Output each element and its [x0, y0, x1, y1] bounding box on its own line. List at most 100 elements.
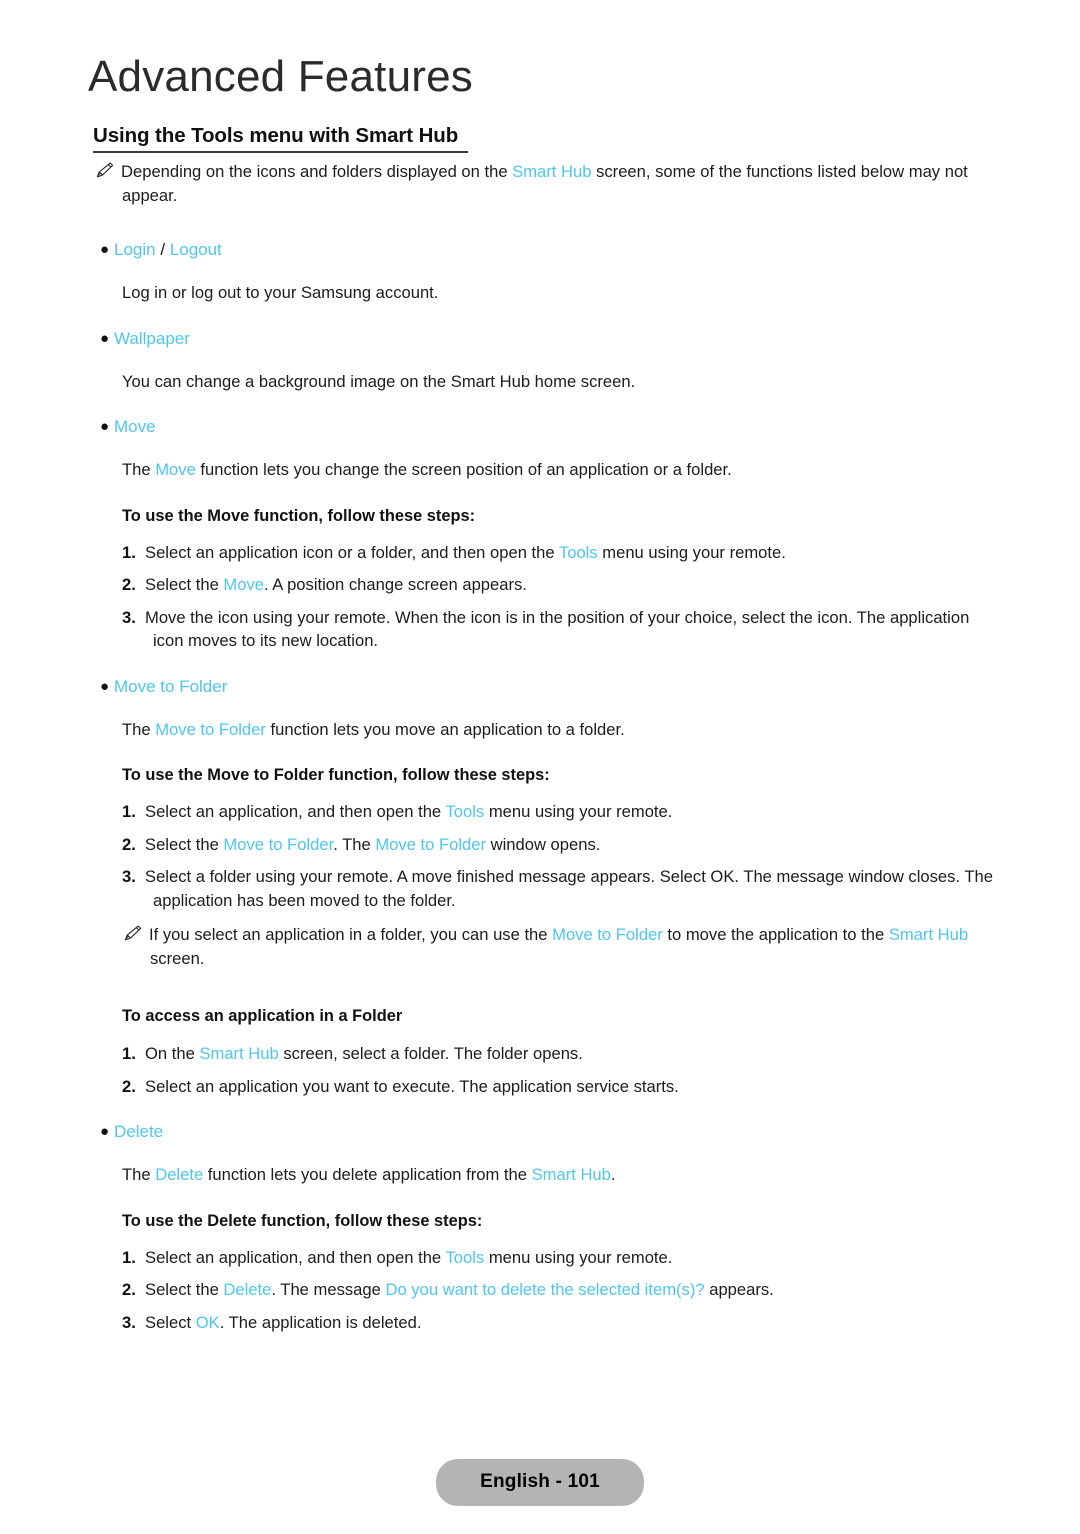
step-number: 2. [122, 1280, 136, 1299]
paragraph-delete: The Delete function lets you delete appl… [0, 1163, 1080, 1187]
step-link-confirm-message: Do you want to delete the selected item(… [385, 1280, 705, 1299]
bullet-delete: ● Delete [0, 1120, 1080, 1144]
step-mtf-2: 2. Select the Move to Folder. The Move to… [0, 833, 1080, 857]
paragraph-move-to-folder: The Move to Folder function lets you mov… [0, 718, 1080, 742]
bullet-dot-icon: ● [100, 418, 110, 435]
manual-page: Advanced Features Using the Tools menu w… [0, 0, 1080, 1534]
step-text-post: menu using your remote. [597, 542, 786, 562]
bullet-dot-icon: ● [100, 677, 110, 695]
step-text-pre: Select [145, 1312, 196, 1332]
note-mtf-text-1: If you select an application in a folder… [149, 925, 553, 944]
paragraph-move: The Move function lets you change the sc… [0, 458, 1080, 482]
step-link-tools: Tools [558, 542, 598, 562]
note-mtf-text-3: screen. [150, 948, 205, 968]
step-text-post: appears. [704, 1280, 774, 1299]
step-text-pre: Select an application, and then open the [145, 802, 446, 821]
section-heading-underline [93, 151, 468, 153]
note-intro-link-smart-hub: Smart Hub [512, 162, 592, 181]
page-title: Advanced Features [88, 52, 473, 101]
note-mtf-link-move-to-folder: Move to Folder [552, 925, 663, 944]
step-text-mid: . The message [271, 1280, 386, 1299]
bullet-separator: / [155, 240, 170, 259]
step-mtf-1: 1. Select an application, and then open t… [0, 800, 1080, 824]
step-move-2: 2. Select the Move. A position change scr… [0, 573, 1080, 597]
bullet-move-to-folder: ● Move to Folder [0, 675, 1080, 699]
bullet-label-move: Move [114, 417, 156, 436]
pencil-note-icon [96, 162, 114, 178]
step-text-post: . The application is deleted. [219, 1312, 422, 1332]
content-flow: Depending on the icons and folders displ… [0, 160, 1080, 1334]
step-mtf-3: 3. Select a folder using your remote. A m… [0, 865, 1080, 912]
step-number: 2. [122, 1076, 136, 1096]
step-number: 3. [122, 1312, 136, 1332]
step-link-tools: Tools [445, 802, 485, 821]
note-intro-text-1: Depending on the icons and folders displ… [121, 162, 513, 181]
bullet-wallpaper: ● Wallpaper [0, 327, 1080, 351]
paragraph-mtf-pre: The [122, 719, 156, 739]
step-text-pre: Select an application, and then open the [145, 1247, 446, 1267]
step-move-3: 3. Move the icon using your remote. When … [0, 606, 1080, 653]
step-move-1: 1. Select an application icon or a folder… [0, 541, 1080, 565]
step-text-pre: Select an application icon or a folder, … [145, 542, 559, 562]
paragraph-delete-pre: The [122, 1165, 156, 1184]
step-delete-2: 2. Select the Delete. The message Do you … [0, 1278, 1080, 1302]
step-access-1: 1. On the Smart Hub screen, select a fold… [0, 1042, 1080, 1066]
step-link-tools: Tools [445, 1247, 485, 1267]
subheading-move-to-folder-steps: To use the Move to Folder function, foll… [122, 766, 550, 784]
step-link-move-to-folder-b: Move to Folder [375, 834, 486, 854]
paragraph-login-logout: Log in or log out to your Samsung accoun… [122, 283, 439, 302]
step-link-move: Move [223, 575, 264, 594]
step-text-pre: Select a folder using your remote. A mov… [145, 867, 993, 910]
paragraph-delete-mid: function lets you delete application fro… [203, 1165, 532, 1184]
step-number: 1. [122, 1044, 136, 1063]
step-text-mid: . The [333, 834, 376, 854]
paragraph-delete-link-delete: Delete [155, 1165, 204, 1184]
bullet-label-wallpaper: Wallpaper [114, 328, 190, 348]
paragraph-move-pre: The [122, 460, 156, 479]
pencil-note-icon [124, 925, 142, 941]
step-delete-1: 1. Select an application, and then open t… [0, 1246, 1080, 1270]
step-text-pre: Select the [145, 1280, 224, 1299]
step-access-2: 2. Select an application you want to exec… [0, 1075, 1080, 1099]
step-number: 1. [122, 802, 136, 821]
subheading-move-steps: To use the Move function, follow these s… [122, 506, 476, 525]
note-intro: Depending on the icons and folders displ… [0, 160, 1080, 207]
step-text-post: screen, select a folder. The folder open… [278, 1044, 583, 1063]
note-move-to-folder: If you select an application in a folder… [0, 923, 1080, 970]
step-link-ok: OK [195, 1312, 220, 1332]
paragraph-delete-link-smart-hub: Smart Hub [531, 1165, 611, 1184]
step-text-pre: Select an application you want to execut… [145, 1076, 679, 1096]
step-number: 2. [122, 834, 136, 854]
step-text-post: menu using your remote. [484, 802, 673, 821]
step-text-pre: Move the icon using your remote. When th… [145, 607, 970, 651]
paragraph-delete-post: . [610, 1165, 616, 1184]
page-number-badge: English - 101 [436, 1459, 644, 1506]
paragraph-mtf-link: Move to Folder [155, 719, 266, 739]
step-number: 1. [122, 1247, 136, 1267]
paragraph-mtf-post: function lets you move an application to… [265, 719, 625, 739]
step-delete-3: 3. Select OK. The application is deleted. [0, 1311, 1080, 1335]
bullet-label-delete: Delete [114, 1122, 164, 1141]
subheading-access-app-in-folder: To access an application in a Folder [122, 1007, 403, 1025]
note-mtf-text-2: to move the application to the [662, 925, 889, 944]
bullet-move: ● Move [0, 415, 1080, 439]
bullet-dot-icon: ● [100, 329, 110, 347]
paragraph-wallpaper: You can change a background image on the… [122, 371, 636, 391]
paragraph-move-post: function lets you change the screen posi… [195, 460, 732, 479]
step-number: 3. [122, 867, 136, 886]
section-heading: Using the Tools menu with Smart Hub [93, 124, 459, 147]
note-mtf-link-smart-hub: Smart Hub [888, 925, 969, 944]
bullet-login-logout: ● Login / Logout [0, 238, 1080, 262]
step-link-move-to-folder-a: Move to Folder [223, 834, 334, 854]
paragraph-move-link: Move [155, 460, 196, 479]
bullet-label-login: Login [114, 240, 156, 259]
step-text-pre: Select the [145, 575, 224, 594]
step-link-smart-hub: Smart Hub [199, 1044, 279, 1063]
bullet-label-move-to-folder: Move to Folder [114, 676, 228, 696]
bullet-dot-icon: ● [100, 241, 110, 258]
step-text-post: . A position change screen appears. [264, 575, 527, 594]
step-text-pre: Select the [145, 834, 224, 854]
bullet-label-logout: Logout [169, 240, 222, 259]
step-number: 3. [122, 607, 136, 627]
page-footer: English - 101 [0, 1459, 1080, 1506]
